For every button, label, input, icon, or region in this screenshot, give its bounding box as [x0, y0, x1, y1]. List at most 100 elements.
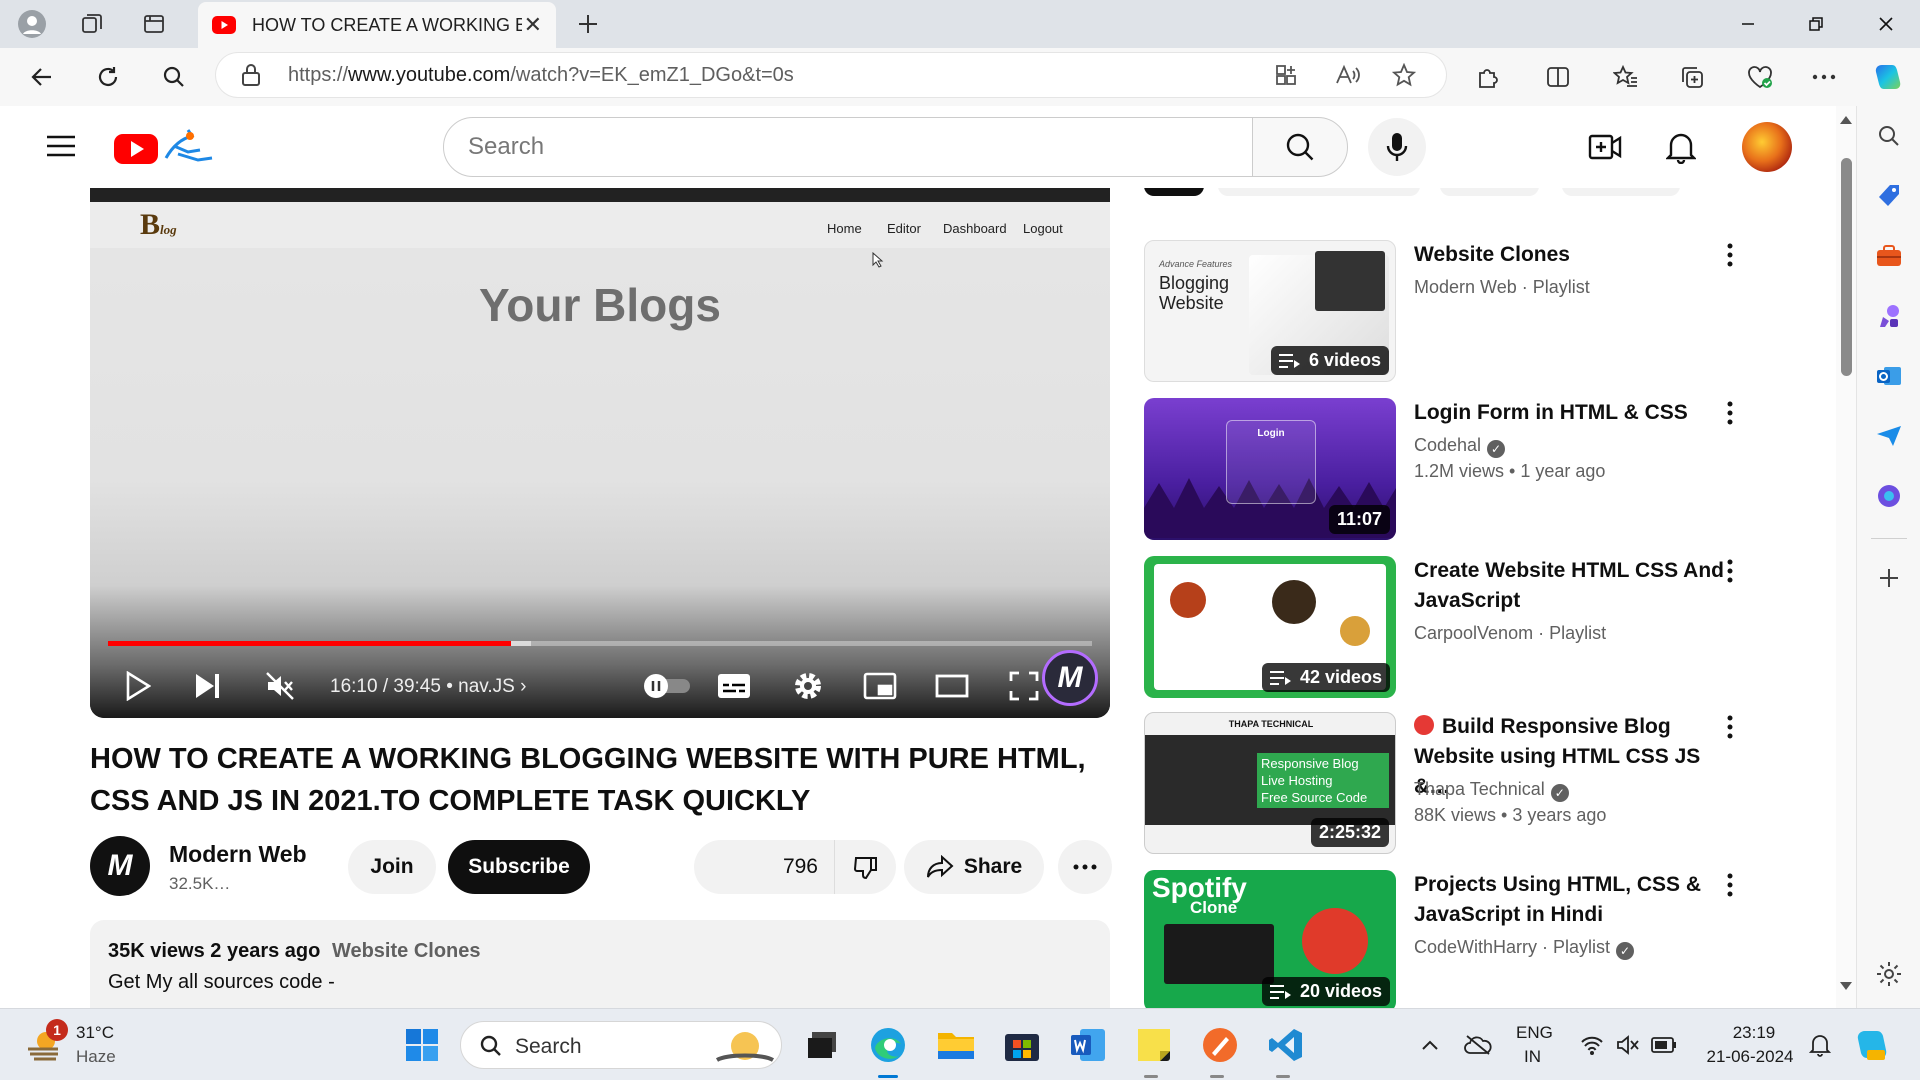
tools-briefcase-icon[interactable] [1873, 240, 1905, 272]
sidebar-search-icon[interactable] [1873, 120, 1905, 152]
battery-icon[interactable] [1644, 1025, 1684, 1065]
thumbnail[interactable]: 42 videos [1144, 556, 1396, 698]
notifications-bell-icon[interactable] [1800, 1025, 1840, 1065]
minimize-icon[interactable] [1728, 8, 1768, 40]
volume-muted-icon[interactable] [1608, 1025, 1648, 1065]
task-view-icon[interactable] [802, 1025, 842, 1065]
recommendation-item[interactable]: Advance Features Blogging Website 6 vide… [1144, 240, 1834, 390]
collections-icon[interactable] [1676, 61, 1708, 93]
subtitles-icon[interactable] [716, 668, 752, 704]
more-vertical-icon[interactable] [1718, 240, 1742, 270]
thumbnail[interactable]: Advance Features Blogging Website 6 vide… [1144, 240, 1396, 382]
description-box[interactable]: 35K views 2 years ago Website Clones Get… [90, 920, 1110, 1008]
recommendation-channel[interactable]: Modern Web · Playlist [1414, 274, 1590, 300]
recommendation-title[interactable]: Website Clones [1414, 240, 1724, 270]
copilot-taskbar-icon[interactable] [1852, 1025, 1892, 1065]
show-hidden-icons-chevron-icon[interactable] [1410, 1025, 1450, 1065]
subscribe-button[interactable]: Subscribe [448, 840, 590, 894]
notifications-bell-icon[interactable] [1666, 130, 1696, 164]
sticky-notes-icon[interactable] [1134, 1025, 1174, 1065]
more-vertical-icon[interactable] [1718, 712, 1742, 742]
app-available-icon[interactable] [1274, 63, 1298, 87]
copilot-icon[interactable] [1872, 61, 1904, 93]
search-input[interactable] [444, 118, 1252, 176]
outlook-icon[interactable] [1873, 360, 1905, 392]
video-player[interactable]: Blog Home Editor Dashboard Logout Your B… [90, 188, 1110, 718]
playlist-link[interactable]: Website Clones [332, 940, 481, 962]
recommendation-channel[interactable]: CodeWithHarry · Playlist ✓ [1414, 934, 1635, 960]
youtube-logo[interactable] [114, 128, 216, 168]
autoplay-toggle[interactable] [642, 668, 694, 704]
vscode-icon[interactable] [1266, 1025, 1306, 1065]
sidebar-settings-gear-icon[interactable] [1873, 958, 1905, 990]
search-icon[interactable] [158, 61, 190, 93]
word-icon[interactable] [1068, 1025, 1108, 1065]
restore-icon[interactable] [1796, 8, 1836, 40]
favorite-star-icon[interactable] [1392, 63, 1416, 87]
thumbnail[interactable]: THAPA TECHNICAL Responsive Blog Live Hos… [1144, 712, 1396, 854]
weather-condition[interactable]: Haze [76, 1047, 116, 1067]
scrollbar-thumb[interactable] [1841, 158, 1852, 376]
wifi-icon[interactable] [1572, 1025, 1612, 1065]
search-button[interactable] [1252, 117, 1348, 177]
theater-mode-icon[interactable] [934, 668, 970, 704]
back-icon[interactable] [26, 61, 58, 93]
recommendation-channel[interactable]: Thapa Technical ✓ [1414, 776, 1569, 802]
games-icon[interactable] [1873, 300, 1905, 332]
more-vertical-icon[interactable] [1718, 870, 1742, 900]
thumbnail[interactable]: Spotify Clone 20 videos [1144, 870, 1396, 1008]
clock-time[interactable]: 23:19 [1724, 1023, 1784, 1043]
close-window-icon[interactable] [1866, 8, 1906, 40]
lock-icon[interactable] [240, 63, 262, 87]
read-aloud-icon[interactable] [1334, 63, 1360, 87]
recommendation-channel[interactable]: CarpoolVenom · Playlist [1414, 620, 1606, 646]
menu-icon[interactable] [46, 134, 76, 158]
profile-icon[interactable] [16, 8, 48, 40]
settings-more-icon[interactable] [1808, 61, 1840, 93]
recommendation-channel[interactable]: Codehal ✓ [1414, 432, 1506, 458]
play-icon[interactable] [120, 668, 156, 704]
dislike-button[interactable] [834, 840, 896, 894]
search-box[interactable] [443, 117, 1253, 177]
new-tab-icon[interactable] [572, 8, 604, 40]
shopping-tag-icon[interactable] [1873, 180, 1905, 212]
close-tab-icon[interactable]: ✕ [524, 12, 542, 38]
voice-search-button[interactable] [1368, 118, 1426, 176]
clock-date[interactable]: 21-06-2024 [1700, 1047, 1800, 1067]
recommendation-item[interactable]: 42 videos Create Website HTML CSS And Ja… [1144, 556, 1834, 706]
share-button[interactable]: Share [904, 840, 1044, 894]
scroll-up-icon[interactable] [1840, 116, 1852, 124]
temperature[interactable]: 31°C [76, 1023, 114, 1043]
more-vertical-icon[interactable] [1718, 556, 1742, 586]
avatar[interactable] [1742, 122, 1792, 172]
miniplayer-icon[interactable] [862, 668, 898, 704]
recommendation-item[interactable]: Login 11:07 Login Form in HTML & CSS Cod… [1144, 398, 1834, 548]
recommendation-item[interactable]: Spotify Clone 20 videos Projects Using H… [1144, 870, 1834, 1008]
language-region[interactable]: IN [1524, 1047, 1541, 1067]
paint-app-icon[interactable] [1200, 1025, 1240, 1065]
windows-start-icon[interactable] [402, 1025, 442, 1065]
join-button[interactable]: Join [348, 840, 436, 894]
favorites-icon[interactable] [1610, 61, 1642, 93]
create-video-icon[interactable] [1588, 132, 1622, 162]
settings-gear-icon[interactable] [790, 668, 826, 704]
edge-taskbar-icon[interactable] [868, 1025, 908, 1065]
extensions-icon[interactable] [1472, 61, 1504, 93]
file-explorer-icon[interactable] [936, 1025, 976, 1065]
split-screen-icon[interactable] [1542, 61, 1574, 93]
like-button[interactable]: 796 [694, 840, 834, 894]
taskbar-search[interactable]: Search [460, 1021, 782, 1069]
browser-essentials-icon[interactable] [1744, 61, 1776, 93]
send-drop-icon[interactable] [1873, 420, 1905, 452]
refresh-icon[interactable] [92, 61, 124, 93]
tab-youtube[interactable]: HOW TO CREATE A WORKING BLOGGING WEBSITE… [198, 2, 556, 48]
recommendation-title[interactable]: Login Form in HTML & CSS [1414, 398, 1724, 428]
microsoft-365-icon[interactable] [1873, 480, 1905, 512]
channel-avatar[interactable]: M [90, 836, 150, 896]
fullscreen-icon[interactable] [1006, 668, 1042, 704]
channel-name[interactable]: Modern Web [169, 841, 307, 868]
add-sidebar-app-icon[interactable] [1873, 562, 1905, 594]
microsoft-store-icon[interactable] [1002, 1025, 1042, 1065]
recommendation-item[interactable]: THAPA TECHNICAL Responsive Blog Live Hos… [1144, 712, 1834, 862]
tab-actions-icon[interactable] [138, 8, 170, 40]
